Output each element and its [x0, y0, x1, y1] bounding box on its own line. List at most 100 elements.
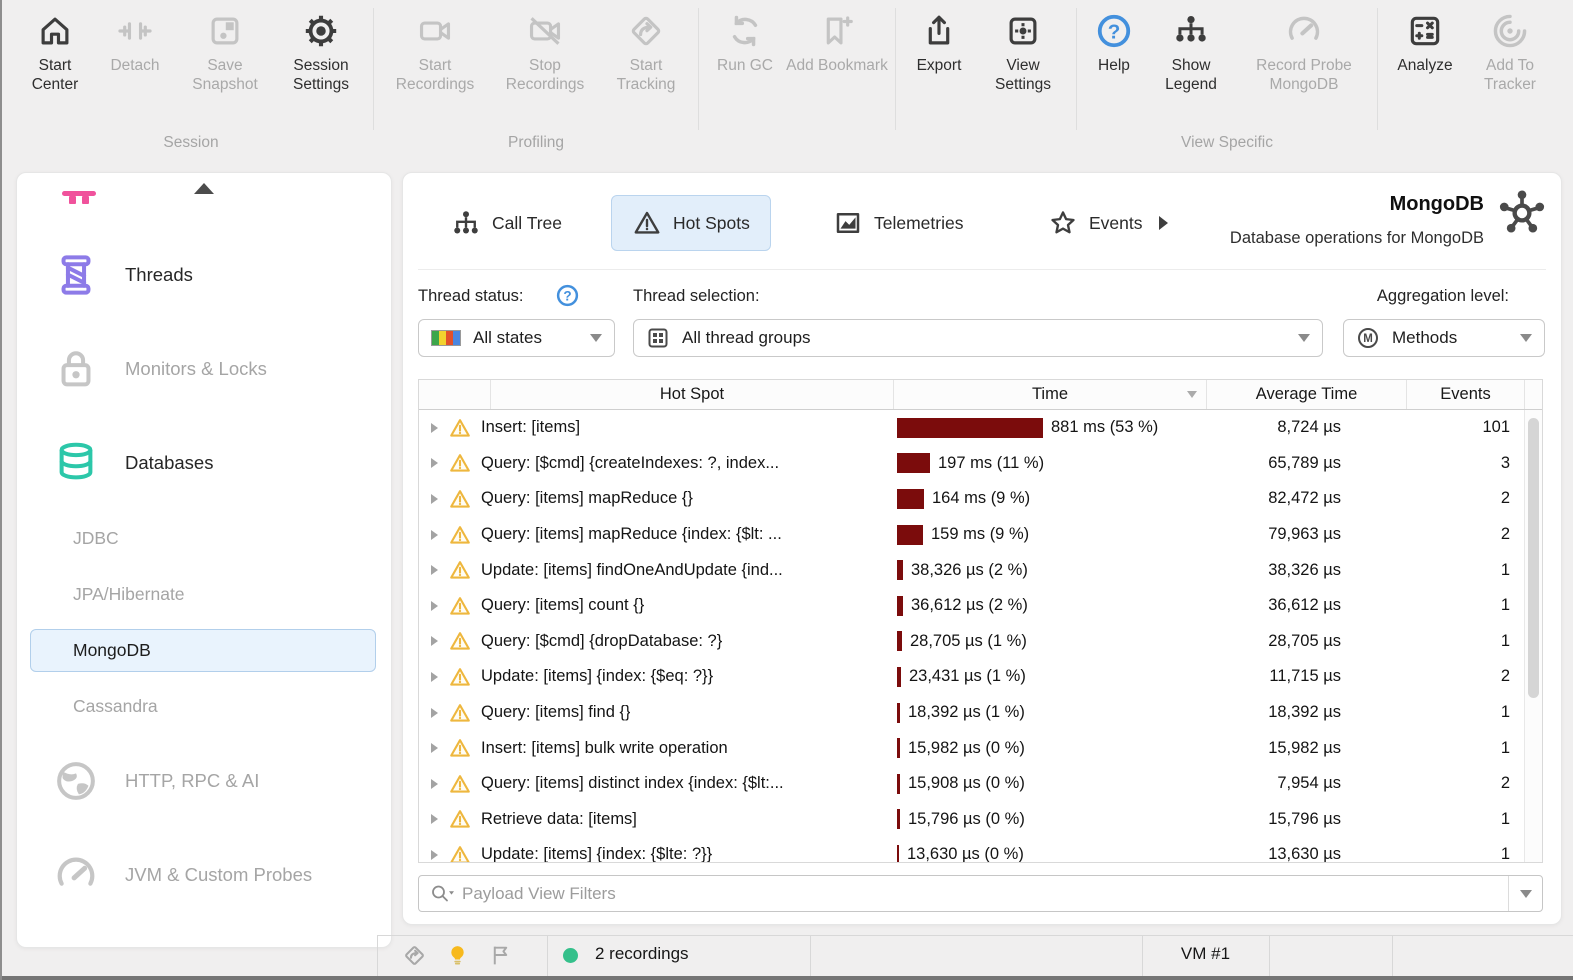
sidebar-item-databases[interactable]: Databases: [17, 430, 391, 496]
sidebar-item-threads[interactable]: Threads: [17, 242, 391, 308]
table-row[interactable]: Query: [items] find {} 18,392 µs (1 %) 18,…: [419, 695, 1542, 731]
sidebar-item-label: HTTP, RPC & AI: [125, 770, 260, 791]
expand-caret-icon[interactable]: [431, 600, 438, 611]
tab-call-tree[interactable]: Call Tree: [451, 195, 562, 251]
table-row[interactable]: Update: [items] findOneAndUpdate {ind...…: [419, 552, 1542, 588]
payload-filter-dropdown-button[interactable]: [1508, 876, 1542, 911]
toolbar-button-start-tracking[interactable]: Start Tracking: [601, 0, 691, 132]
events-count: 1: [1500, 738, 1510, 757]
bulb-icon[interactable]: [445, 943, 470, 968]
tab-telemetries[interactable]: Telemetries: [833, 195, 963, 251]
payload-filter-input[interactable]: [462, 883, 1508, 904]
sidebar-item-label: Cassandra: [73, 695, 158, 716]
toolbar-button-label: Start Center: [31, 57, 79, 93]
expand-caret-icon[interactable]: [431, 814, 438, 825]
column-header-average-time[interactable]: Average Time: [1207, 380, 1407, 409]
toolbar-button-show-legend[interactable]: Show Legend: [1146, 0, 1236, 132]
table-row[interactable]: Query: [$cmd] {dropDatabase: ?} 28,705 µs…: [419, 624, 1542, 660]
view-subtitle: Database operations for MongoDB: [1229, 229, 1484, 247]
average-time-value: 8,724 µs: [1277, 418, 1341, 437]
thread-selection-dropdown[interactable]: All thread groups: [633, 319, 1323, 357]
expand-caret-icon[interactable]: [431, 707, 438, 718]
bookmark-add-icon: [818, 12, 856, 50]
tracking-icon[interactable]: [402, 943, 427, 968]
svg-text:?: ?: [563, 288, 571, 303]
toolbar-button-run-gc[interactable]: Run GC: [706, 0, 784, 132]
expand-caret-icon[interactable]: [431, 849, 438, 860]
hot-spot-name: Update: [items] {index: {$eq: ?}}: [481, 667, 714, 686]
table-row[interactable]: Query: [items] mapReduce {index: {$lt: .…: [419, 517, 1542, 553]
sidebar-item-mongodb[interactable]: MongoDB: [30, 628, 376, 672]
toolbar-button-detach[interactable]: Detach: [96, 0, 174, 132]
table-row[interactable]: Query: [items] mapReduce {} 164 ms (9 %) 8…: [419, 481, 1542, 517]
toolbar-button-label: Start Recordings: [395, 57, 475, 93]
table-row[interactable]: Update: [items] {index: {$lte: ?}} 13,630…: [419, 837, 1542, 862]
expand-caret-icon[interactable]: [431, 636, 438, 647]
vertical-scrollbar[interactable]: [1524, 410, 1542, 862]
table-row[interactable]: Insert: [items] 881 ms (53 %) 8,724 µs 101: [419, 410, 1542, 446]
expand-caret-icon[interactable]: [431, 565, 438, 576]
gauge-icon: [53, 852, 99, 898]
chevron-right-icon[interactable]: [1158, 216, 1168, 230]
time-bar: [897, 809, 900, 830]
hot-spot-name: Query: [items] count {}: [481, 596, 645, 615]
expand-caret-icon[interactable]: [431, 671, 438, 682]
toolbar-button-add-to-tracker[interactable]: Add To Tracker: [1467, 0, 1553, 132]
toolbar-button-help[interactable]: ? Help: [1084, 0, 1144, 132]
scrollbar-thumb[interactable]: [1528, 418, 1539, 698]
toolbar-button-add-bookmark[interactable]: Add Bookmark: [786, 0, 888, 132]
expand-caret-icon[interactable]: [431, 493, 438, 504]
svg-text:?: ?: [1108, 20, 1121, 43]
toolbar-button-session-settings[interactable]: Session Settings: [276, 0, 366, 132]
sidebar-item-http-rpc-ai[interactable]: HTTP, RPC & AI: [17, 748, 391, 814]
time-value: 36,612 µs (2 %): [911, 596, 1028, 615]
table-row[interactable]: Query: [items] distinct index {index: {$…: [419, 766, 1542, 802]
tab-hot-spots[interactable]: Hot Spots: [611, 195, 771, 251]
gc-icon: [726, 12, 764, 50]
expand-caret-icon[interactable]: [431, 743, 438, 754]
time-bar: [897, 595, 903, 616]
toolbar-button-start-center[interactable]: Start Center: [16, 0, 94, 132]
thread-status-help-icon[interactable]: ?: [555, 283, 580, 308]
toolbar-group-label: Session: [163, 134, 219, 151]
toolbar-button-stop-recordings[interactable]: Stop Recordings: [491, 0, 599, 132]
clipped-view-icon[interactable]: [59, 189, 99, 209]
column-header-time[interactable]: Time: [894, 380, 1207, 409]
aggregation-level-dropdown[interactable]: M Methods: [1343, 319, 1545, 357]
sidebar-item-jpa-hibernate[interactable]: JPA/Hibernate: [17, 573, 391, 615]
average-time-value: 79,963 µs: [1268, 525, 1341, 544]
toolbar-button-view-settings[interactable]: View Settings: [977, 0, 1069, 132]
table-row[interactable]: Query: [$cmd] {createIndexes: ?, index..…: [419, 446, 1542, 482]
sidebar-item-monitors-locks[interactable]: Monitors & Locks: [17, 336, 391, 402]
legend-icon: [1172, 12, 1210, 50]
thread-status-dropdown[interactable]: All states: [418, 319, 615, 357]
sidebar-item-jvm-custom-probes[interactable]: JVM & Custom Probes: [17, 842, 391, 908]
table-row[interactable]: Update: [items] {index: {$eq: ?}} 23,431 …: [419, 659, 1542, 695]
divider: [810, 935, 811, 976]
warning-icon: [448, 523, 472, 547]
sidebar-item-cassandra[interactable]: Cassandra: [17, 685, 391, 727]
scroll-up-icon[interactable]: [194, 183, 214, 194]
column-header-events[interactable]: Events: [1407, 380, 1524, 409]
toolbar-button-record-probe-mongodb[interactable]: Record Probe MongoDB: [1238, 0, 1370, 132]
toolbar-button-start-recordings[interactable]: Start Recordings: [381, 0, 489, 132]
table-row[interactable]: Retrieve data: [items] 15,796 µs (0 %) 15,…: [419, 802, 1542, 838]
expand-caret-icon[interactable]: [431, 778, 438, 789]
table-row[interactable]: Query: [items] count {} 36,612 µs (2 %) 36…: [419, 588, 1542, 624]
tracking-icon: [627, 12, 665, 50]
sort-desc-icon: [1187, 391, 1197, 398]
tab-label: Call Tree: [492, 212, 563, 233]
table-row[interactable]: Insert: [items] bulk write operation 15,9…: [419, 730, 1542, 766]
toolbar-button-export[interactable]: Export: [903, 0, 975, 132]
expand-caret-icon[interactable]: [431, 422, 438, 433]
toolbar-button-save-snapshot[interactable]: Save Snapshot: [176, 0, 274, 132]
window-edge: [2, 976, 1573, 980]
expand-caret-icon[interactable]: [431, 458, 438, 469]
column-header-hot-spot[interactable]: Hot Spot: [491, 380, 894, 409]
toolbar-button-analyze[interactable]: Analyze: [1385, 0, 1465, 132]
flag-icon[interactable]: [488, 943, 513, 968]
expand-caret-icon[interactable]: [431, 529, 438, 540]
tab-events[interactable]: Events: [1048, 195, 1168, 251]
sidebar-item-jdbc[interactable]: JDBC: [17, 517, 391, 559]
toolbar-group: Start Center Detach Save Snapshot Session S…: [16, 0, 366, 162]
